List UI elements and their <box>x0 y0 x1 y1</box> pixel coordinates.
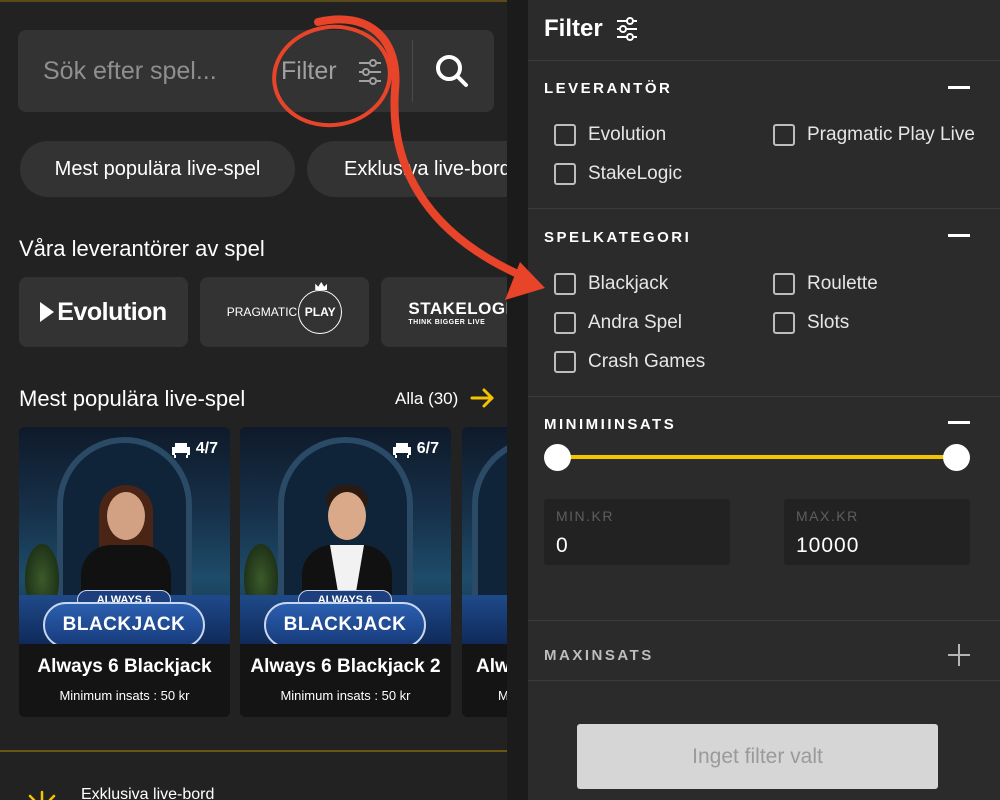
popular-games-title: Mest populära live-spel <box>19 386 246 411</box>
see-all-link[interactable]: Alla (30) <box>395 389 458 409</box>
panel-gap <box>507 0 528 800</box>
checkbox-evolution[interactable]: Evolution <box>554 124 666 146</box>
search-icon[interactable] <box>432 51 472 91</box>
game-card[interactable]: Alw M <box>462 427 507 717</box>
game-title: Always 6 Blackjack 2 <box>250 656 441 677</box>
section-heading-category: SPELKATEGORI <box>544 229 692 246</box>
seats-indicator: 4/7 <box>171 440 218 458</box>
search-input[interactable]: Sök efter spel... <box>43 57 217 86</box>
max-kr-value[interactable]: 10000 <box>796 534 859 558</box>
divider <box>528 620 1000 621</box>
game-min-bet: M <box>498 688 507 703</box>
collapse-provider-icon[interactable] <box>948 86 970 89</box>
sparkle-icon <box>28 790 56 800</box>
evolution-logo: Evolution <box>40 298 167 327</box>
blackjack-badge: BLACKJACK <box>264 602 426 644</box>
armchair-icon <box>392 443 411 458</box>
collapse-category-icon[interactable] <box>948 234 970 237</box>
min-bet-slider-track[interactable] <box>558 455 958 459</box>
blackjack-badge: BLACKJACK <box>43 602 205 644</box>
casino-live-page: Sök efter spel... Filter Mest populära l… <box>0 0 507 800</box>
game-title: Always 6 Blackjack <box>37 656 212 677</box>
search-divider <box>412 40 413 102</box>
checkbox-crash-games[interactable]: Crash Games <box>554 351 705 373</box>
divider <box>528 208 1000 209</box>
divider <box>528 396 1000 397</box>
checkbox-slots[interactable]: Slots <box>773 312 849 334</box>
evolution-mark-icon <box>40 302 55 322</box>
game-card[interactable]: ALWAYS 6 BLACKJACK 4/7 Always 6 Blackjac… <box>19 427 230 717</box>
divider <box>528 60 1000 61</box>
game-card[interactable]: ALWAYS 6 BLACKJACK 6/7 Always 6 Blackjac… <box>240 427 451 717</box>
arrow-right-icon[interactable] <box>470 387 496 409</box>
divider <box>528 680 1000 681</box>
section-heading-min-bet: MINIMIINSATS <box>544 416 677 433</box>
max-kr-label: MAX.KR <box>796 508 859 524</box>
slider-max-handle[interactable] <box>943 444 970 471</box>
pill-exclusive-tables[interactable]: Exklusiva live-bord <box>307 141 507 197</box>
filter-title: Filter <box>544 15 603 42</box>
expand-max-bet-icon[interactable] <box>948 644 970 666</box>
game-thumbnail <box>462 427 507 644</box>
game-title: Alw <box>476 656 507 677</box>
provider-stakelogic[interactable]: STAKELOGIC THINK BIGGER LIVE <box>381 277 507 347</box>
seats-indicator: 6/7 <box>392 440 439 458</box>
bottom-nav-exclusive[interactable]: Exklusiva live-bord <box>81 786 214 800</box>
checkbox-roulette[interactable]: Roulette <box>773 273 878 295</box>
game-min-bet: Minimum insats : 50 kr <box>280 688 411 703</box>
min-kr-label: MIN.KR <box>556 508 614 524</box>
section-heading-provider: LEVERANTÖR <box>544 80 673 97</box>
game-min-bet: Minimum insats : 50 kr <box>59 688 190 703</box>
top-divider <box>0 0 507 2</box>
checkbox-pragmatic-play-live[interactable]: Pragmatic Play Live <box>773 124 975 146</box>
game-thumbnail: ALWAYS 6 BLACKJACK 6/7 <box>240 427 451 644</box>
checkbox-blackjack[interactable]: Blackjack <box>554 273 668 295</box>
slider-min-handle[interactable] <box>544 444 571 471</box>
checkbox-andra-spel[interactable]: Andra Spel <box>554 312 682 334</box>
max-kr-field[interactable]: MAX.KR 10000 <box>784 499 970 565</box>
min-kr-field[interactable]: MIN.KR 0 <box>544 499 730 565</box>
checkbox-stakelogic[interactable]: StakeLogic <box>554 163 682 185</box>
search-bar[interactable]: Sök efter spel... Filter <box>18 30 494 112</box>
bottom-divider <box>0 750 507 752</box>
providers-title: Våra leverantörer av spel <box>19 236 265 261</box>
armchair-icon <box>171 443 190 458</box>
section-heading-max-bet: MAXINSATS <box>544 647 654 664</box>
sliders-icon[interactable] <box>358 59 382 85</box>
provider-evolution[interactable]: Evolution <box>19 277 188 347</box>
provider-pragmatic[interactable]: PRAGMATIC PLAY <box>200 277 369 347</box>
filter-button-label[interactable]: Filter <box>281 57 337 86</box>
collapse-min-bet-icon[interactable] <box>948 421 970 424</box>
min-kr-value[interactable]: 0 <box>556 534 569 558</box>
filter-panel: Filter LEVERANTÖR Evolution Pragmatic Pl… <box>528 0 1000 800</box>
game-thumbnail: ALWAYS 6 BLACKJACK 4/7 <box>19 427 230 644</box>
apply-filter-button[interactable]: Inget filter valt <box>577 724 938 789</box>
stakelogic-logo: STAKELOGIC THINK BIGGER LIVE <box>408 298 507 326</box>
pragmatic-play-logo: PRAGMATIC PLAY <box>227 282 343 334</box>
crown-icon <box>315 282 328 290</box>
sliders-icon <box>617 17 637 41</box>
pill-popular-live[interactable]: Mest populära live-spel <box>20 141 295 197</box>
